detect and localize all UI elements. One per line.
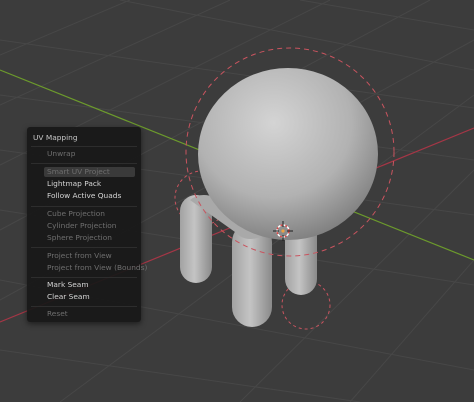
menu-item-cube-projection[interactable]: Cube Projection	[47, 209, 135, 219]
menu-item-follow-active-quads[interactable]: Follow Active Quads	[47, 191, 135, 201]
menu-divider	[31, 146, 137, 147]
menu-item-reset[interactable]: Reset	[47, 309, 135, 319]
origin-point-icon	[281, 229, 285, 233]
uv-mapping-menu: UV Mapping Unwrap Smart UV Project Light…	[27, 127, 147, 322]
menu-item-smart-uv-project[interactable]: Smart UV Project	[44, 167, 135, 177]
menu-divider	[31, 206, 137, 207]
menu-item-project-from-view-bounds[interactable]: Project from View (Bounds)	[47, 263, 147, 273]
menu-title: UV Mapping	[33, 133, 78, 142]
menu-divider	[31, 247, 137, 248]
menu-divider	[31, 163, 137, 164]
menu-divider	[31, 306, 137, 307]
menu-item-lightmap-pack[interactable]: Lightmap Pack	[47, 179, 135, 189]
menu-item-sphere-projection[interactable]: Sphere Projection	[47, 233, 135, 243]
menu-divider	[31, 277, 137, 278]
menu-item-unwrap[interactable]: Unwrap	[47, 149, 135, 159]
mesh-head	[198, 68, 378, 240]
menu-item-clear-seam[interactable]: Clear Seam	[47, 292, 135, 302]
menu-item-cylinder-projection[interactable]: Cylinder Projection	[47, 221, 135, 231]
3d-viewport[interactable]: UV Mapping Unwrap Smart UV Project Light…	[0, 0, 474, 402]
menu-item-project-from-view[interactable]: Project from View	[47, 251, 135, 261]
menu-item-mark-seam[interactable]: Mark Seam	[47, 280, 135, 290]
